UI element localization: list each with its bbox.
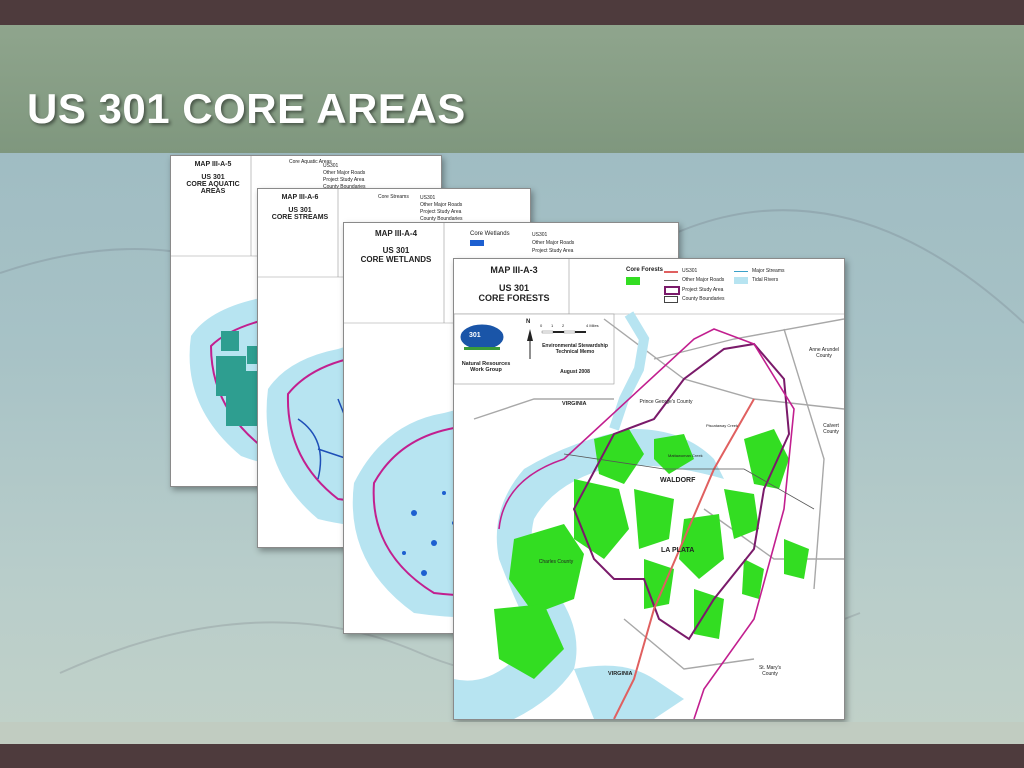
legend-major-streams: Major Streams — [752, 268, 785, 274]
north-label: N — [526, 319, 531, 325]
legend-tidal-rivers: Tidal Rivers — [752, 277, 779, 283]
legend-core-swatch — [626, 277, 640, 285]
legend-us301: US301 — [532, 232, 548, 238]
bottom-light-band — [0, 722, 1024, 744]
map-line2: CORE AQUATIC AREAS — [186, 181, 240, 195]
map-legend: Core Wetlands US301 Other Major Roads Pr… — [470, 231, 670, 254]
legend-study-area-swatch — [664, 286, 680, 295]
bottom-bar — [0, 744, 1024, 768]
map-id: MAP III-A-5 — [194, 161, 232, 168]
map-id: MAP III-A-4 — [374, 229, 418, 238]
map-legend: Core Forests US301 Other Major Roads Pro… — [626, 267, 841, 311]
map-id: MAP III-A-6 — [281, 194, 319, 201]
place-waldorf: WALDORF — [660, 477, 696, 484]
place-mattawoman-creek: Mattawoman Creek — [668, 453, 703, 458]
map-forests-graphic — [454, 259, 844, 719]
legend-other-roads: Other Major Roads — [323, 170, 366, 176]
legend-core-swatch — [470, 240, 484, 246]
map-line2: CORE STREAMS — [271, 214, 329, 221]
date-label: August 2008 — [560, 369, 590, 375]
legend-county: County Boundaries — [682, 296, 725, 302]
legend-other-roads-line — [664, 280, 678, 281]
map-line1: US 301 — [382, 246, 410, 255]
scale-label: 4 Miles — [586, 323, 599, 328]
place-piscataway-creek: Piscataway Creek — [706, 423, 739, 428]
place-prince-georges: Prince George's County — [639, 399, 693, 405]
place-calvert-county: Calvert County — [823, 423, 839, 435]
legend-us301: US301 — [420, 195, 436, 201]
map-line1: US 301 — [201, 174, 225, 181]
place-la-plata: LA PLATA — [661, 547, 695, 554]
map-title-block: MAP III-A-3 US 301 CORE FORESTS — [460, 263, 568, 303]
place-virginia-south: VIRGINIA — [608, 671, 633, 677]
map-title-block: MAP III-A-6 US 301 CORE STREAMS — [262, 191, 338, 221]
legend-core-label: Core Forests — [626, 267, 664, 273]
map-card-core-forests: MAP III-A-3 US 301 CORE FORESTS Core For… — [453, 258, 845, 720]
map-line1: US 301 — [498, 283, 530, 293]
legend-other-roads: Other Major Roads — [682, 277, 725, 283]
map-line2: CORE FORESTS — [478, 293, 550, 303]
legend-tidal-swatch — [734, 277, 748, 284]
legend-other-roads: Other Major Roads — [532, 240, 575, 246]
map-line1: US 301 — [288, 207, 312, 214]
legend-study-area: Project Study Area — [532, 248, 574, 254]
map-title-block: MAP III-A-5 US 301 CORE AQUATIC AREAS — [175, 158, 251, 195]
slide-title: US 301 CORE AREAS — [27, 85, 466, 132]
legend-other-roads: Other Major Roads — [420, 202, 463, 208]
legend-study-area: Project Study Area — [420, 209, 462, 215]
legend-core-label: Core Aquatic Areas — [289, 159, 332, 165]
legend-county-swatch — [664, 296, 678, 303]
work-group-label: Natural Resources Work Group — [461, 361, 511, 373]
place-virginia-north: VIRGINIA — [562, 401, 587, 407]
shield-number: 301 — [469, 332, 481, 339]
scale-tick-2: 2 — [562, 323, 565, 328]
memo-label: Environmental Stewardship Technical Memo — [542, 343, 608, 355]
legend-core-label: Core Streams — [378, 194, 409, 200]
legend-major-streams-line — [734, 271, 748, 272]
place-charles-county: Charles County — [538, 559, 574, 565]
legend-study-area: Project Study Area — [323, 177, 365, 183]
top-bar — [0, 0, 1024, 25]
place-st-marys-county: St. Mary's County — [758, 665, 782, 677]
legend-us301: US301 — [682, 268, 698, 274]
map-line2: CORE WETLANDS — [360, 255, 432, 264]
legend-core-label: Core Wetlands — [470, 231, 510, 237]
map-legend: Core Aquatic Areas US301 Other Major Roa… — [289, 159, 439, 190]
map-id: MAP III-A-3 — [490, 265, 538, 275]
place-anne-arundel-county: Anne Arundel County — [808, 347, 840, 359]
map-legend: Core Streams US301 Other Major Roads Pro… — [378, 194, 528, 222]
legend-study-area: Project Study Area — [682, 287, 724, 293]
legend-us301-line — [664, 271, 678, 273]
map-title-block: MAP III-A-4 US 301 CORE WETLANDS — [348, 225, 444, 264]
scale-tick-1: 1 — [551, 323, 554, 328]
scale-tick-0: 0 — [540, 323, 543, 328]
legend-us301: US301 — [323, 163, 339, 169]
